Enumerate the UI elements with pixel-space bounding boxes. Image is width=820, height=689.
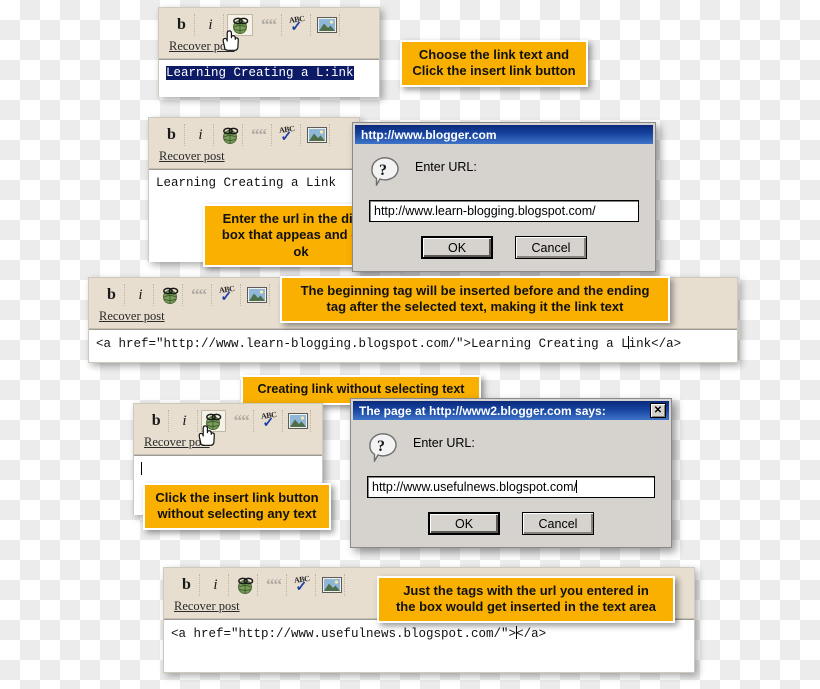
dialog-title: The page at http://www2.blogger.com says…: [359, 403, 606, 418]
insert-image-icon[interactable]: [319, 574, 345, 596]
code-text-after-caret: ink</a>: [628, 337, 682, 351]
text-caret: [140, 462, 142, 475]
blockquote-icon[interactable]: ““: [256, 14, 282, 36]
insert-image-icon[interactable]: [314, 14, 340, 36]
question-icon: [371, 157, 399, 186]
italic-icon[interactable]: i: [188, 124, 214, 146]
editor-toolbar: b i ““ ABC ✓ Recover post: [134, 404, 322, 455]
post-textarea-step1[interactable]: Learning Creating a L:ink: [159, 59, 379, 97]
blockquote-icon[interactable]: ““: [229, 410, 255, 432]
toolbar-icon-row: b i ““ ABC ✓: [169, 13, 371, 37]
callout-step1: Choose the link text and Click the inser…: [400, 40, 588, 87]
code-text-before-caret: <a href="http://www.learn-blogging.blogs…: [96, 337, 629, 351]
close-icon[interactable]: ✕: [650, 403, 666, 418]
question-icon: [369, 433, 397, 462]
editor-toolbar: b i ““ ABC ✓ Recover post: [159, 8, 379, 59]
post-textarea-step3[interactable]: <a href="http://www.learn-blogging.blogs…: [89, 329, 737, 362]
callout-step3: The beginning tag will be inserted befor…: [280, 276, 670, 323]
dialog-body: Enter URL: http://www.learn-blogging.blo…: [355, 144, 653, 269]
insert-link-icon[interactable]: [227, 14, 253, 36]
blockquote-icon[interactable]: ““: [246, 124, 272, 146]
url-input-value: http://www.usefulnews.blogspot.com/: [372, 480, 577, 494]
callout-step5: Just the tags with the url you entered i…: [377, 576, 675, 623]
dialog-button-row: OK Cancel: [367, 512, 655, 535]
insert-link-icon[interactable]: [232, 574, 258, 596]
recover-post-link[interactable]: Recover post: [174, 599, 240, 614]
bold-icon[interactable]: b: [144, 410, 170, 432]
spellcheck-icon[interactable]: ABC ✓: [285, 14, 311, 36]
bold-icon[interactable]: b: [169, 14, 195, 36]
enter-url-dialog-step4: The page at http://www2.blogger.com says…: [350, 398, 672, 548]
insert-link-icon[interactable]: [157, 284, 183, 306]
blockquote-icon[interactable]: ““: [261, 574, 287, 596]
bold-icon[interactable]: b: [99, 284, 125, 306]
dialog-prompt-row: Enter URL:: [367, 432, 655, 462]
code-text-after-caret: </a>: [516, 627, 547, 641]
italic-icon[interactable]: i: [203, 574, 229, 596]
selected-text: Learning Creating a L:ink: [166, 66, 354, 80]
callout-step4: Click the insert link button without sel…: [143, 483, 331, 530]
dialog-titlebar: The page at http://www2.blogger.com says…: [353, 401, 669, 420]
dialog-prompt-label: Enter URL:: [413, 436, 475, 450]
insert-image-icon[interactable]: [286, 410, 311, 432]
dialog-body: Enter URL: http://www.usefulnews.blogspo…: [353, 420, 669, 545]
recover-post-link[interactable]: Recover post: [169, 39, 235, 54]
code-text-before-caret: <a href="http://www.usefulnews.blogspot.…: [171, 627, 517, 641]
italic-icon[interactable]: i: [198, 14, 224, 36]
bold-icon[interactable]: b: [159, 124, 185, 146]
italic-icon[interactable]: i: [172, 410, 198, 432]
url-input-field[interactable]: http://www.usefulnews.blogspot.com/: [367, 476, 655, 498]
recover-post-link[interactable]: Recover post: [159, 149, 225, 164]
editor-panel-step1: b i ““ ABC ✓ Recover post Learning Creati…: [158, 7, 380, 97]
enter-url-dialog-step2: http://www.blogger.com Enter URL: http:/…: [352, 122, 656, 272]
dialog-titlebar: http://www.blogger.com: [355, 125, 653, 144]
spellcheck-icon[interactable]: ABC ✓: [290, 574, 316, 596]
toolbar-icon-row: b i ““ ABC ✓: [159, 123, 351, 147]
insert-link-icon[interactable]: [200, 410, 227, 432]
bold-icon[interactable]: b: [174, 574, 200, 596]
ok-button[interactable]: OK: [428, 512, 500, 535]
recover-post-link[interactable]: Recover post: [144, 435, 210, 450]
toolbar-icon-row: b i ““ ABC ✓: [144, 409, 314, 433]
insert-image-icon[interactable]: [304, 124, 330, 146]
recover-post-link[interactable]: Recover post: [99, 309, 165, 324]
dialog-prompt-label: Enter URL:: [415, 160, 477, 174]
cancel-button[interactable]: Cancel: [515, 236, 587, 259]
italic-icon[interactable]: i: [128, 284, 154, 306]
text-caret: [576, 480, 578, 493]
url-input-field[interactable]: http://www.learn-blogging.blogspot.com/: [369, 200, 639, 222]
spellcheck-icon[interactable]: ABC ✓: [215, 284, 241, 306]
editor-toolbar: b i ““ ABC ✓ Recover post: [149, 118, 359, 169]
dialog-title: http://www.blogger.com: [361, 127, 497, 142]
dialog-button-row: OK Cancel: [369, 236, 639, 259]
insert-link-icon[interactable]: [217, 124, 243, 146]
dialog-prompt-row: Enter URL:: [369, 156, 639, 186]
insert-image-icon[interactable]: [244, 284, 270, 306]
post-textarea-step5[interactable]: <a href="http://www.usefulnews.blogspot.…: [164, 619, 694, 672]
spellcheck-icon[interactable]: ABC ✓: [275, 124, 301, 146]
spellcheck-icon[interactable]: ABC ✓: [257, 410, 283, 432]
ok-button[interactable]: OK: [421, 236, 493, 259]
cancel-button[interactable]: Cancel: [522, 512, 594, 535]
post-text: Learning Creating a Link: [156, 176, 337, 190]
blockquote-icon[interactable]: ““: [186, 284, 212, 306]
